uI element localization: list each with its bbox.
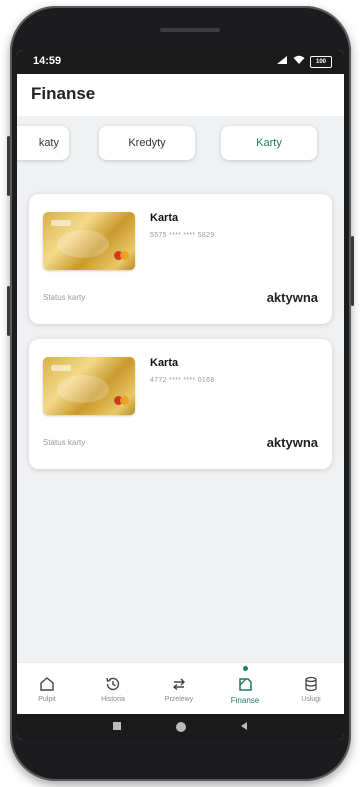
tab-label: Karty <box>256 137 282 149</box>
card-map-pattern <box>57 230 109 258</box>
status-bar: 14:59 100 <box>17 50 344 74</box>
side-key <box>7 286 10 336</box>
card-name: Karta <box>150 212 179 224</box>
mastercard-logo-icon <box>120 396 129 405</box>
card-item[interactable]: Karta 5575 **** **** 5829 Status karty a… <box>29 194 332 324</box>
power-button <box>351 236 354 306</box>
transfer-icon <box>172 678 185 691</box>
status-icons: 100 <box>276 55 332 69</box>
speaker-grille <box>160 28 220 32</box>
app-header: Finanse <box>17 74 344 116</box>
nav-label: Pulpit <box>38 696 56 703</box>
nav-pulpit[interactable]: Pulpit <box>17 675 77 703</box>
bottom-navigation: Pulpit Historia Przelewy Finanse Usługi <box>17 662 344 715</box>
volume-button <box>7 136 10 196</box>
recent-apps-icon[interactable] <box>112 721 122 734</box>
battery-icon: 100 <box>310 56 332 68</box>
signal-icon <box>276 55 288 69</box>
status-value: aktywna <box>266 290 318 305</box>
tab-lokaty[interactable]: katy <box>17 126 69 160</box>
home-circle-icon[interactable] <box>175 721 187 736</box>
tab-label: katy <box>38 137 59 149</box>
cards-list: Karta 5575 **** **** 5829 Status karty a… <box>17 174 344 662</box>
status-time: 14:59 <box>33 55 62 67</box>
back-icon[interactable] <box>239 721 249 734</box>
nav-historia[interactable]: Historia <box>83 675 143 703</box>
home-icon <box>40 677 54 691</box>
nav-label: Finanse <box>230 696 260 705</box>
status-label: Status karty <box>43 438 86 447</box>
status-label: Status karty <box>43 293 86 302</box>
card-number: 4772 **** **** 0168 <box>150 377 215 384</box>
nav-uslugi[interactable]: Usługi <box>281 675 341 703</box>
tab-label: Kredyty <box>128 137 166 149</box>
nav-label: Usługi <box>301 696 321 703</box>
mastercard-logo-icon <box>120 251 129 260</box>
card-chip <box>51 365 71 371</box>
wifi-icon <box>293 55 305 69</box>
system-navigation-bar <box>17 714 344 740</box>
tab-kredyty[interactable]: Kredyty <box>99 126 195 160</box>
nav-label: Przelewy <box>164 696 194 703</box>
nav-finanse[interactable]: Finanse <box>215 675 275 705</box>
tabs-bar: katy Kredyty Karty <box>17 116 344 174</box>
nav-przelewy[interactable]: Przelewy <box>149 675 209 703</box>
status-value: aktywna <box>266 435 318 450</box>
card-chip <box>51 220 71 226</box>
page-title: Finanse <box>31 84 96 103</box>
card-number: 5575 **** **** 5829 <box>150 232 215 239</box>
card-map-pattern <box>57 375 109 403</box>
card-item[interactable]: Karta 4772 **** **** 0168 Status karty a… <box>29 339 332 469</box>
payment-card-image <box>43 357 135 415</box>
services-icon <box>305 676 317 692</box>
tab-karty[interactable]: Karty <box>221 126 317 160</box>
active-indicator-dot <box>243 666 248 671</box>
nav-label: Historia <box>101 696 125 703</box>
finance-icon <box>239 678 252 691</box>
payment-card-image <box>43 212 135 270</box>
card-name: Karta <box>150 357 179 369</box>
phone-screen: 14:59 100 Finanse katy Kredyty Karty Kar… <box>17 50 344 740</box>
history-icon <box>106 677 120 691</box>
